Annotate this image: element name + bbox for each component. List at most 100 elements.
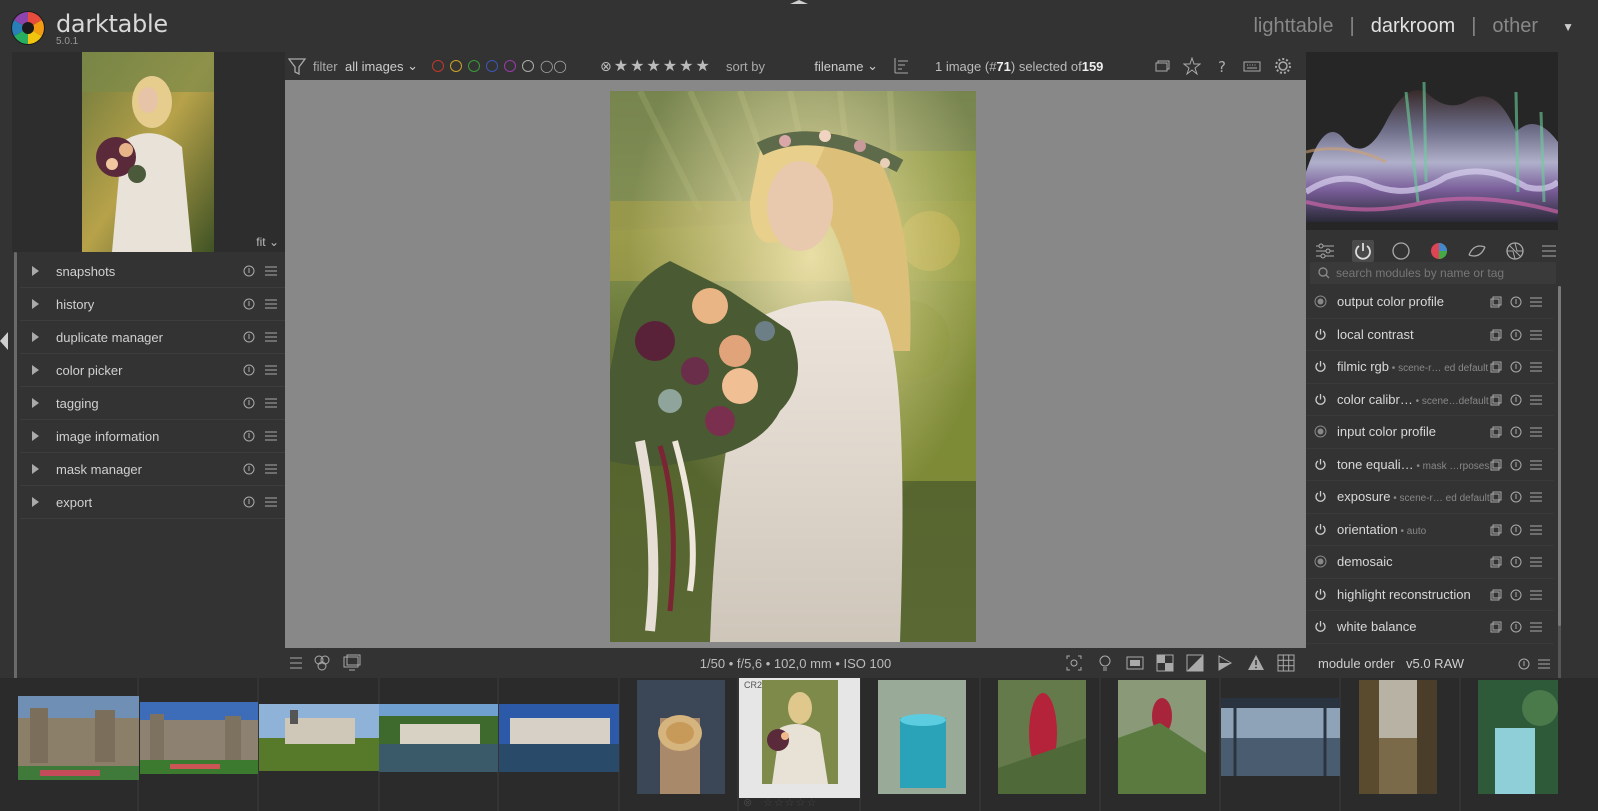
main-image[interactable] (610, 91, 976, 642)
module-row-filmic-rgb[interactable]: filmic rgb • scene-r… ed default (1306, 351, 1554, 384)
color-label-any-icon[interactable] (522, 60, 534, 72)
help-icon[interactable]: ? (1213, 57, 1231, 75)
clipping-indicator-icon[interactable] (1186, 654, 1204, 672)
presets-menu-icon[interactable] (1530, 491, 1542, 503)
module-power-icon[interactable] (1314, 328, 1327, 341)
reset-icon[interactable] (1510, 524, 1522, 536)
module-row-orientation[interactable]: orientation • auto (1306, 514, 1554, 546)
active-modules-power-icon[interactable] (1352, 240, 1374, 262)
multi-instance-icon[interactable] (1490, 459, 1502, 471)
star-icon[interactable]: ★ (614, 56, 628, 76)
color-assessment-lightbulb-icon[interactable] (1096, 654, 1114, 672)
histogram-waveform[interactable] (1306, 52, 1558, 230)
reset-icon[interactable] (1510, 459, 1522, 471)
module-row-demosaic[interactable]: demosaic (1306, 546, 1554, 579)
reset-icon[interactable] (1510, 329, 1522, 341)
reset-icon[interactable] (243, 331, 255, 343)
module-always-on-icon[interactable] (1314, 555, 1327, 568)
presets-menu-icon[interactable] (1530, 621, 1542, 633)
filter-select[interactable]: all images ⌄ (345, 52, 418, 80)
reset-icon[interactable] (243, 265, 255, 277)
module-duplicate-manager[interactable]: duplicate manager (20, 321, 285, 354)
module-always-on-icon[interactable] (1314, 295, 1327, 308)
color-label-green-icon[interactable] (468, 60, 480, 72)
focus-peaking-icon[interactable] (1065, 654, 1083, 672)
multi-instance-icon[interactable] (1490, 589, 1502, 601)
presets-menu-icon[interactable] (265, 496, 277, 508)
view-darkroom[interactable]: darkroom (1371, 15, 1455, 38)
reset-icon[interactable] (243, 397, 255, 409)
reset-icon[interactable] (1510, 621, 1522, 633)
views-dropdown-icon[interactable]: ▼ (1562, 20, 1574, 34)
module-power-icon[interactable] (1314, 490, 1327, 503)
filter-funnel-icon[interactable] (287, 52, 307, 80)
color-modules-icon[interactable] (1428, 240, 1450, 262)
navigation-zoom-select[interactable]: fit ⌄ (256, 235, 279, 249)
softproof-icon[interactable] (1216, 654, 1234, 672)
star-icon[interactable]: ★ (630, 56, 644, 76)
reset-icon[interactable] (243, 496, 255, 508)
reset-icon[interactable] (1510, 361, 1522, 373)
star-icon[interactable]: ★ (646, 56, 660, 76)
reset-icon[interactable] (1510, 589, 1522, 601)
module-image-information[interactable]: image information (20, 420, 285, 453)
color-label-purple-icon[interactable] (504, 60, 516, 72)
filmstrip-thumbnails[interactable] (0, 678, 1598, 811)
reset-icon[interactable] (1510, 556, 1522, 568)
module-tagging[interactable]: tagging (20, 387, 285, 420)
view-other[interactable]: other (1492, 15, 1538, 38)
sort-select[interactable]: filename ⌄ (772, 52, 882, 80)
star-icon[interactable]: ★ (663, 56, 677, 76)
reset-icon[interactable] (243, 364, 255, 376)
color-label-operator-icon[interactable]: ◯◯ (540, 59, 567, 73)
effect-modules-icon[interactable] (1504, 240, 1526, 262)
module-mask-manager[interactable]: mask manager (20, 453, 285, 486)
module-row-highlight-reconstruction[interactable]: highlight reconstruction (1306, 579, 1554, 611)
presets-menu-icon[interactable] (265, 430, 277, 442)
module-power-icon[interactable] (1314, 393, 1327, 406)
rating-filter[interactable]: ⊗ ★ ★ ★ ★ ★ ★ (600, 52, 710, 80)
center-view[interactable] (285, 80, 1306, 648)
module-row-output-color-profile[interactable]: output color profile (1306, 286, 1554, 319)
gamut-check-warning-icon[interactable] (1247, 654, 1265, 672)
grouping-icon[interactable] (1153, 57, 1171, 75)
presets-menu-icon[interactable] (265, 463, 277, 475)
module-row-tone-equali[interactable]: tone equali… • mask …rposes (1306, 449, 1554, 481)
navigation-module[interactable]: fit ⌄ (12, 52, 285, 252)
module-search-input[interactable]: search modules by name or tag (1310, 262, 1556, 284)
gear-icon[interactable] (1274, 57, 1292, 75)
display-mask-icon[interactable] (1126, 654, 1144, 672)
module-always-on-icon[interactable] (1314, 425, 1327, 438)
multi-instance-icon[interactable] (1490, 394, 1502, 406)
base-modules-circle-icon[interactable] (1390, 240, 1412, 262)
module-row-color-calibr[interactable]: color calibr… • scene…default (1306, 384, 1554, 416)
presets-menu-icon[interactable] (1530, 296, 1542, 308)
module-row-input-color-profile[interactable]: input color profile (1306, 416, 1554, 449)
reset-icon[interactable] (1510, 296, 1522, 308)
module-row-white-balance[interactable]: white balance (1306, 611, 1554, 644)
navigation-thumbnail[interactable] (82, 52, 214, 252)
multi-instance-icon[interactable] (1490, 524, 1502, 536)
presets-menu-icon[interactable] (265, 265, 277, 277)
presets-menu-icon[interactable] (265, 298, 277, 310)
module-export[interactable]: export (20, 486, 285, 519)
reset-icon[interactable] (1510, 394, 1522, 406)
color-label-yellow-icon[interactable] (450, 60, 462, 72)
presets-menu-icon[interactable] (1530, 524, 1542, 536)
left-panel-collapse-arrow-icon[interactable] (0, 332, 8, 350)
module-power-icon[interactable] (1314, 458, 1327, 471)
filmstrip-rating-stars[interactable]: ☆☆☆☆☆ (763, 796, 817, 809)
multi-instance-icon[interactable] (1490, 426, 1502, 438)
star-icon[interactable]: ★ (695, 56, 709, 76)
guides-grid-icon[interactable] (1277, 654, 1295, 672)
reset-icon[interactable] (1510, 426, 1522, 438)
view-lighttable[interactable]: lighttable (1253, 15, 1333, 38)
presets-menu-icon[interactable] (1530, 361, 1542, 373)
module-power-icon[interactable] (1314, 588, 1327, 601)
reset-icon[interactable] (243, 430, 255, 442)
module-groups-menu-icon[interactable] (1538, 240, 1560, 262)
color-label-red-icon[interactable] (432, 60, 444, 72)
reset-icon[interactable] (1518, 658, 1530, 670)
presets-menu-icon[interactable] (1538, 658, 1550, 670)
top-panel-collapse-arrow-icon[interactable] (790, 0, 808, 4)
